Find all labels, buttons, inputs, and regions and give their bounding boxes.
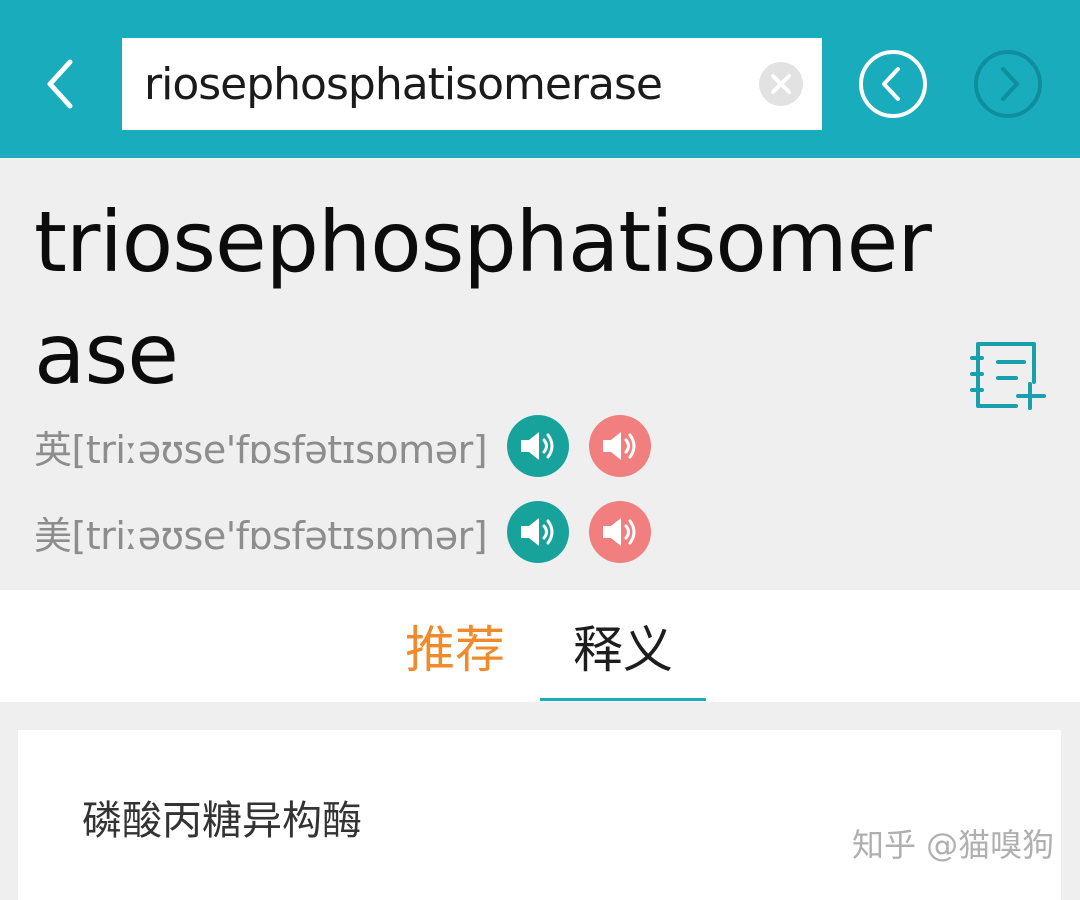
previous-word-button[interactable] xyxy=(858,49,928,119)
add-to-wordbook-icon xyxy=(970,342,1046,410)
play-uk-female-button[interactable] xyxy=(589,415,652,477)
speaker-icon xyxy=(521,432,554,460)
back-button[interactable] xyxy=(28,52,92,116)
circle-chevron-right-icon xyxy=(974,50,1042,118)
speaker-icon xyxy=(521,518,554,546)
play-uk-male-button[interactable] xyxy=(507,415,570,477)
top-bar xyxy=(0,0,1080,158)
phonetic-us: 美[triːəʊse'fɒsfətɪsɒmər] xyxy=(34,513,488,558)
watermark: 知乎 @猫嗅狗 xyxy=(852,826,1055,864)
phonetic-us-row: 美[triːəʊse'fɒsfətɪsɒmər] xyxy=(34,500,652,564)
circle-chevron-left-icon xyxy=(859,50,927,118)
active-tab-indicator xyxy=(540,698,706,701)
definition-card: 磷酸丙糖异构酶 xyxy=(18,730,1061,900)
speaker-icon xyxy=(603,518,636,546)
tab-definition[interactable]: 释义 xyxy=(540,590,706,702)
search-input[interactable] xyxy=(144,38,750,130)
add-to-wordbook-button[interactable] xyxy=(968,338,1048,412)
next-word-button[interactable] xyxy=(973,49,1043,119)
definition-text: 磷酸丙糖异构酶 xyxy=(82,798,362,844)
play-us-male-button[interactable] xyxy=(507,501,570,563)
chevron-left-icon xyxy=(47,59,73,109)
headword: triosephosphatisomerase xyxy=(34,193,932,403)
search-box xyxy=(122,38,822,130)
clear-icon xyxy=(759,62,803,106)
tab-recommend[interactable]: 推荐 xyxy=(385,590,525,702)
phonetic-uk-row: 英[triːəʊse'fɒsfətɪsɒmər] xyxy=(34,414,652,478)
play-us-female-button[interactable] xyxy=(589,501,652,563)
speaker-icon xyxy=(603,432,636,460)
phonetic-uk: 英[triːəʊse'fɒsfətɪsɒmər] xyxy=(34,427,488,472)
tab-bar: 推荐 释义 xyxy=(0,590,1080,702)
clear-button[interactable] xyxy=(758,61,804,107)
